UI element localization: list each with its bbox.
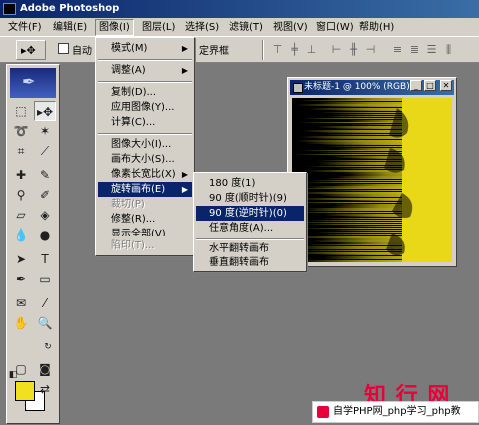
clone-stamp-icon[interactable]: ⚲ [10, 185, 32, 205]
standard-mode-icon[interactable]: ▢ [10, 359, 32, 379]
eyedropper-icon[interactable]: ⁄ [34, 293, 56, 313]
maximize-button[interactable]: □ [424, 80, 436, 91]
footer-banner[interactable]: 自学PHP网_php学习_php教 [312, 401, 479, 423]
rotate-submenu-bottom: 垂直翻转画布 [193, 254, 307, 272]
menu-item-mode[interactable]: 模式(M) ▶ [98, 41, 192, 56]
type-tool-icon[interactable]: T [34, 249, 56, 269]
swap-colors-icon[interactable]: ↻ [37, 337, 59, 357]
menu-layer[interactable]: 图层(L) [139, 20, 178, 35]
menu-item-duplicate[interactable]: 复制(D)... [98, 85, 192, 100]
path-selection-icon[interactable]: ➤ [10, 249, 32, 269]
foreground-color-swatch[interactable] [15, 381, 35, 401]
auto-select-label: 自动 [72, 46, 92, 57]
menu-bar: 文件(F) 编辑(E) 图像(I) 图层(L) 选择(S) 滤镜(T) 视图(V… [0, 18, 479, 37]
show-bounding-box-label: 定界框 [199, 46, 229, 57]
dodge-tool-icon[interactable]: ● [34, 225, 56, 245]
align-bottom-icon[interactable]: ⊥ [304, 41, 319, 58]
shape-tool-icon[interactable]: ▭ [34, 269, 56, 289]
image-menu-dropdown: 模式(M) ▶ 调整(A) ▶ 复制(D)... 应用图像(Y)... 计算(C).… [95, 37, 195, 256]
jump-to-imageready-icon[interactable]: ⇄ [34, 379, 56, 399]
menu-item-canvas-size[interactable]: 画布大小(S)... [98, 152, 192, 167]
distribute-vcenter-icon[interactable]: ≣ [407, 41, 422, 58]
menu-item-image-size[interactable]: 图像大小(I)... [98, 137, 192, 152]
options-bar: ▸✥ 自动 定界框 ⊤ ╪ ⊥ ⊢ ╫ ⊣ ≡ ≣ ☰ ⫼ [0, 37, 479, 63]
distribute-left-icon[interactable]: ⫼ [441, 41, 456, 58]
eraser-tool-icon[interactable]: ▱ [10, 205, 32, 225]
zoom-tool-icon[interactable]: 🔍 [34, 313, 56, 333]
menu-item-pixel-aspect[interactable]: 像素长宽比(X) ▶ [98, 167, 192, 182]
distribute-bottom-icon[interactable]: ☰ [424, 41, 439, 58]
menu-item-trap: 陷印(T)... [111, 240, 155, 251]
hand-tool-icon[interactable]: ✋ [10, 313, 32, 333]
crop-tool-icon[interactable]: ⌗ [10, 141, 32, 161]
close-button[interactable]: ✕ [440, 80, 452, 91]
blur-tool-icon[interactable]: 💧 [10, 225, 32, 245]
lasso-tool-icon[interactable]: ➰ [10, 121, 32, 141]
image-canvas[interactable] [292, 98, 452, 262]
toolbox: ✒ ⬚ ▸✥ ➰ ✶ ⌗ ⟋ ✚ ✎ ⚲ ✐ ▱ ◈ 💧 ● ➤ T ✒ ▭ ✉… [6, 64, 60, 424]
align-buttons: ⊤ ╪ ⊥ ⊢ ╫ ⊣ ≡ ≣ ☰ ⫼ [270, 41, 456, 59]
quick-mask-icon[interactable]: ◙ [34, 359, 56, 379]
menu-edit[interactable]: 编辑(E) [50, 20, 90, 35]
options-divider [262, 40, 264, 60]
healing-brush-icon[interactable]: ✚ [10, 165, 32, 185]
align-left-icon[interactable]: ⊢ [329, 41, 344, 58]
menu-view[interactable]: 视图(V) [270, 20, 311, 35]
flip-vertical[interactable]: 垂直翻转画布 [196, 255, 304, 270]
distribute-top-icon[interactable]: ≡ [390, 41, 405, 58]
rotate-arbitrary[interactable]: 任意角度(A)... [196, 221, 304, 236]
menu-file[interactable]: 文件(F) [5, 20, 45, 35]
move-tool-icon[interactable]: ▸✥ [34, 101, 56, 121]
photoshop-feather-logo: ✒ [10, 68, 56, 98]
pen-tool-icon[interactable]: ✒ [10, 269, 32, 289]
rotate-180[interactable]: 180 度(1) [196, 176, 304, 191]
document-title: 未标题-1 @ 100% (RGB) [304, 82, 410, 92]
align-right-icon[interactable]: ⊣ [363, 41, 378, 58]
image-menu-bottom: 陷印(T)... [95, 236, 195, 256]
document-window[interactable]: 未标题-1 @ 100% (RGB) _ □ ✕ [287, 77, 457, 267]
photoshop-app-icon [3, 3, 16, 15]
menu-filter[interactable]: 滤镜(T) [226, 20, 266, 35]
move-tool-icon: ▸✥ [21, 44, 36, 57]
rotate-90-cw[interactable]: 90 度(顺时针)(9) [196, 191, 304, 206]
menu-item-crop: 裁切(P) [111, 199, 145, 210]
align-vcenter-icon[interactable]: ╪ [287, 41, 302, 58]
menu-item-trim[interactable]: 修整(R)... [98, 212, 192, 227]
app-titlebar: Adobe Photoshop [0, 0, 479, 18]
history-brush-icon[interactable]: ✐ [34, 185, 56, 205]
site-icon [317, 406, 329, 418]
align-top-icon[interactable]: ⊤ [270, 41, 285, 58]
brush-tool-icon[interactable]: ✎ [34, 165, 56, 185]
menu-help[interactable]: 帮助(H) [356, 20, 397, 35]
app-title: Adobe Photoshop [20, 3, 120, 14]
menu-select[interactable]: 选择(S) [182, 20, 222, 35]
menu-item-adjust[interactable]: 调整(A) ▶ [98, 63, 192, 78]
menu-item-rotate-canvas[interactable]: 旋转画布(E) ▶ [98, 182, 192, 197]
rotate-90-ccw[interactable]: 90 度(逆时针)(0) [196, 206, 304, 221]
magic-wand-tool-icon[interactable]: ✶ [34, 121, 56, 141]
auto-select-checkbox[interactable] [58, 43, 69, 54]
menu-image[interactable]: 图像(I) [95, 19, 134, 36]
notes-tool-icon[interactable]: ✉ [10, 293, 32, 313]
document-icon [293, 83, 303, 93]
menu-item-apply-image[interactable]: 应用图像(Y)... [98, 100, 192, 115]
minimize-button[interactable]: _ [410, 80, 422, 91]
slice-tool-icon[interactable]: ⟋ [34, 141, 56, 161]
footer-text: 自学PHP网_php学习_php教 [333, 406, 461, 417]
menu-item-calculations[interactable]: 计算(C)... [98, 115, 192, 130]
paint-bucket-icon[interactable]: ◈ [34, 205, 56, 225]
menu-window[interactable]: 窗口(W) [313, 20, 357, 35]
align-hcenter-icon[interactable]: ╫ [346, 41, 361, 58]
tool-preset-picker[interactable]: ▸✥ [16, 40, 46, 60]
canvas-image [292, 98, 452, 262]
marquee-tool-icon[interactable]: ⬚ [10, 101, 32, 121]
